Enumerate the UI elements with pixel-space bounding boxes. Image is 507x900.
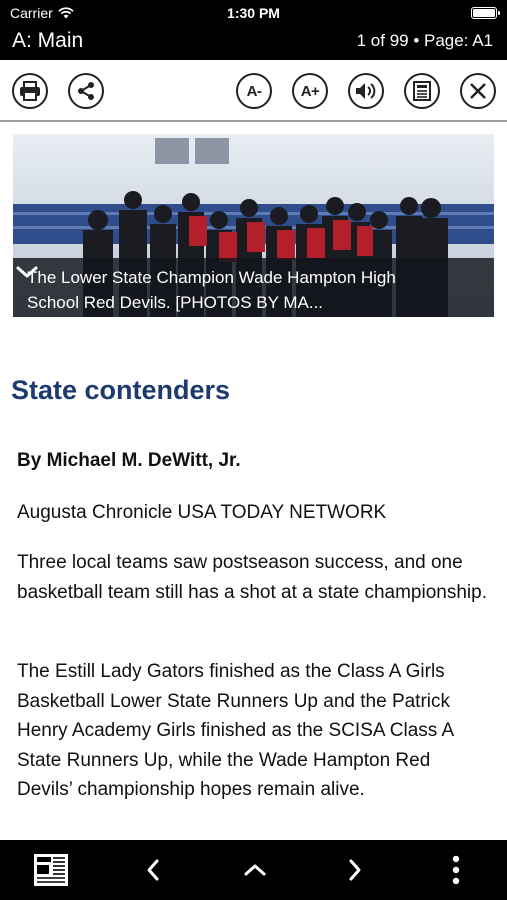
increase-font-button[interactable]: A+ [292,73,328,109]
bottom-navigation-bar [0,840,507,900]
next-article-button[interactable] [340,852,370,888]
more-vertical-icon [452,855,460,885]
status-time: 1:30 PM [227,5,280,21]
decrease-font-label: A- [246,82,262,100]
decrease-font-button[interactable]: A- [236,73,272,109]
photo-caption: The Lower State Champion Wade Hampton Hi… [13,258,494,317]
speaker-icon [356,83,376,99]
section-title: A: Main [12,29,84,52]
previous-article-button[interactable] [138,852,168,888]
printer-icon [20,81,40,101]
chevron-down-icon[interactable] [13,258,41,286]
close-button[interactable] [460,73,496,109]
scroll-up-button[interactable] [240,852,270,888]
caption-text: The Lower State Champion Wade Hampton Hi… [27,268,396,312]
article-toolbar: A- A+ [0,60,507,122]
more-options-button[interactable] [444,852,468,888]
page-info: 1 of 99 • Page: A1 [356,31,493,50]
newspaper-page-icon [413,81,431,101]
share-button[interactable] [68,73,104,109]
chevron-up-icon [244,864,266,876]
battery-icon [471,7,500,19]
article-photo[interactable]: The Lower State Champion Wade Hampton Hi… [13,134,494,317]
increase-font-label: A+ [300,82,320,100]
audio-button[interactable] [348,73,384,109]
article-paragraph: The Estill Lady Gators finished as the C… [17,661,454,800]
article-headline: State contenders [11,375,231,405]
app-header: A: Main 1 of 99 • Page: A1 [0,26,507,60]
page-view-button[interactable] [404,73,440,109]
status-bar: Carrier 1:30 PM [0,0,507,26]
share-icon [78,82,94,100]
chevron-right-icon [349,859,361,881]
close-icon [470,83,486,99]
article-byline: By Michael M. DeWitt, Jr. [17,450,241,471]
newspaper-icon [34,854,68,886]
print-button[interactable] [12,73,48,109]
article-paragraph: Three local teams saw postseason success… [17,552,487,603]
article-paragraph: Augusta Chronicle USA TODAY NETWORK [17,502,387,523]
chevron-left-icon [147,859,159,881]
page-thumbnails-button[interactable] [32,852,70,888]
